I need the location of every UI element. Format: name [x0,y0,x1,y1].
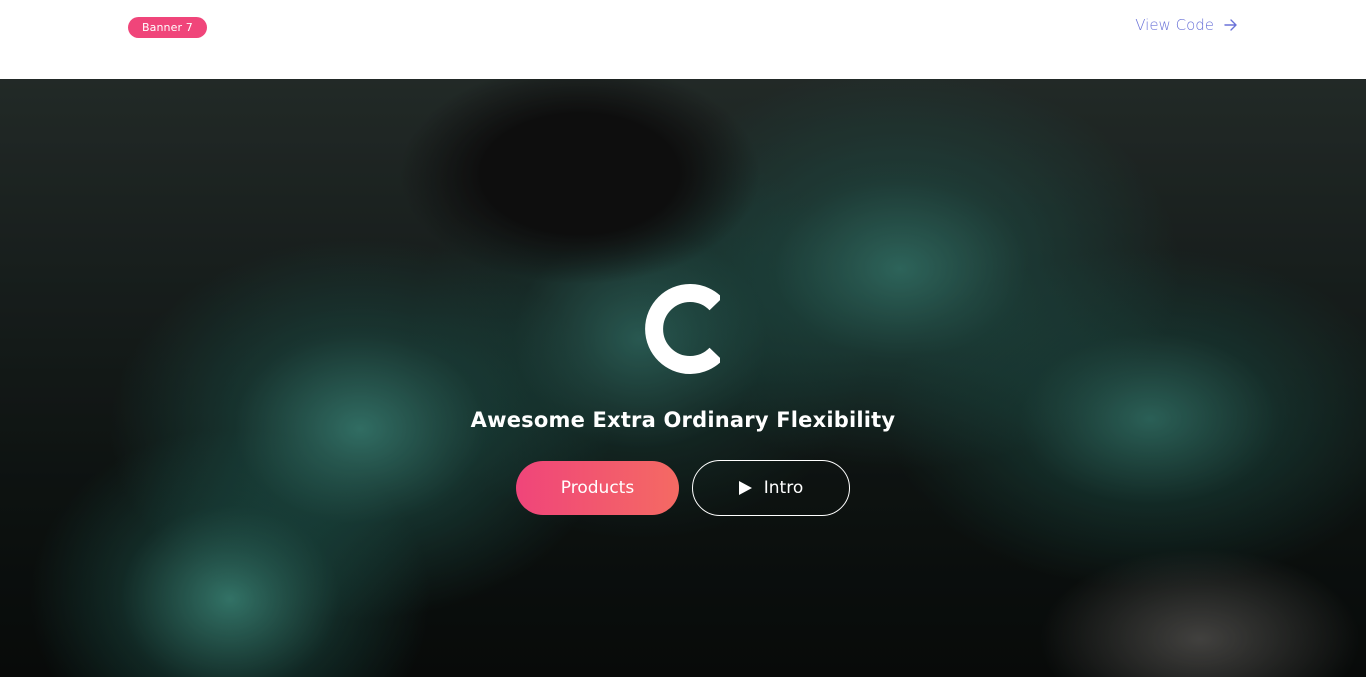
c-logo-icon [636,284,723,374]
intro-button[interactable]: Intro [692,460,850,516]
view-code-link[interactable]: View Code [1135,16,1238,34]
hero-content: Awesome Extra Ordinary Flexibility Produ… [0,79,1366,677]
view-code-label: View Code [1135,16,1214,34]
play-icon [738,481,752,495]
intro-button-label: Intro [763,478,804,498]
products-button[interactable]: Products [516,461,679,515]
arrow-right-icon [1224,18,1238,32]
hero-tagline: Awesome Extra Ordinary Flexibility [470,408,896,432]
banner-badge: Banner 7 [128,17,207,38]
top-bar: Banner 7 View Code [0,0,1366,79]
